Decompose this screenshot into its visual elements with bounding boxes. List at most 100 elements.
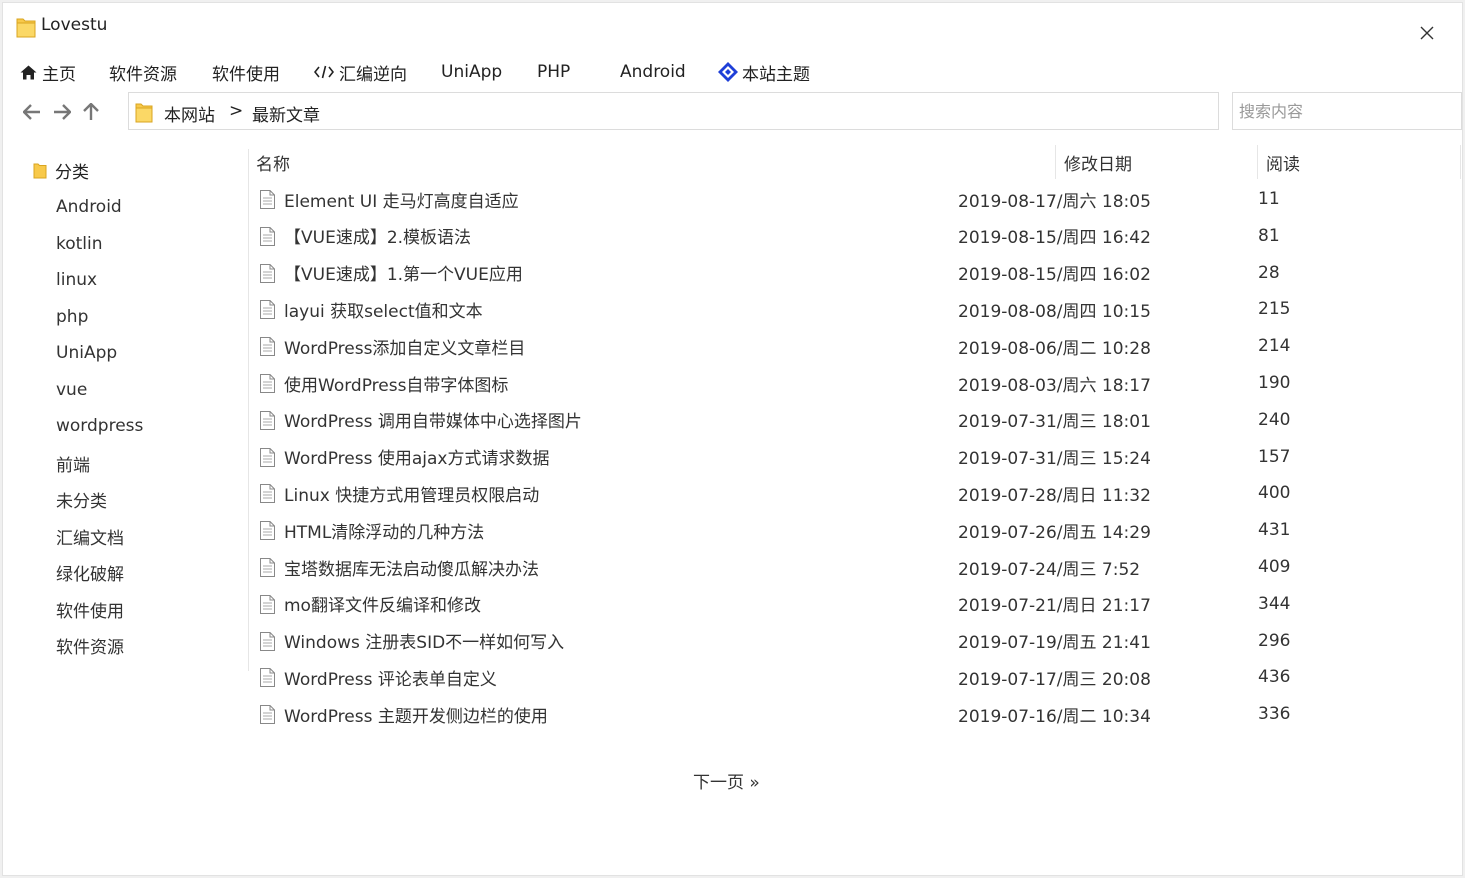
article-title[interactable]: 使用WordPress自带字体图标 xyxy=(284,365,508,401)
menu-item-android[interactable]: Android xyxy=(620,55,686,89)
close-icon xyxy=(1420,26,1434,40)
window-title: Lovestu xyxy=(41,15,108,35)
table-row[interactable]: layui 获取select值和文本 2019-08-08/周四 10:15 215 xyxy=(251,291,1351,327)
modified-date: 2019-07-28/周日 11:32 xyxy=(958,485,1151,506)
explorer-window: Lovestu 主页 软件资源 软件使用 汇编逆向 UniApp PHP And… xyxy=(2,2,1463,876)
article-title[interactable]: HTML清除浮动的几种方法 xyxy=(284,512,484,548)
article-title[interactable]: WordPress 调用自带媒体中心选择图片 xyxy=(284,402,582,438)
table-row[interactable]: Windows 注册表SID不一样如何写入 2019-07-19/周五 21:41… xyxy=(251,623,1351,659)
read-count: 190 xyxy=(1258,373,1291,393)
table-row[interactable]: 【VUE速成】1.第一个VUE应用 2019-08-15/周四 16:02 28 xyxy=(251,255,1351,291)
column-divider[interactable] xyxy=(1257,145,1258,179)
sidebar-item-label: 未分类 xyxy=(56,491,107,512)
article-title[interactable]: 【VUE速成】2.模板语法 xyxy=(284,218,471,254)
document-icon xyxy=(260,447,275,467)
document-icon xyxy=(260,484,275,504)
sidebar-item-assembly-docs[interactable]: 汇编文档 xyxy=(56,521,124,551)
menu-label: UniApp xyxy=(441,62,503,82)
menu-item-assembly-reverse[interactable]: 汇编逆向 xyxy=(314,55,407,89)
table-row[interactable]: WordPress 主题开发侧边栏的使用 2019-07-16/周二 10:34 3… xyxy=(251,696,1351,732)
close-button[interactable] xyxy=(1411,17,1443,49)
menu-item-site-theme[interactable]: 本站主题 xyxy=(717,55,810,89)
sidebar-item-android[interactable]: Android xyxy=(56,192,122,222)
document-icon xyxy=(260,521,275,541)
table-row[interactable]: HTML清除浮动的几种方法 2019-07-26/周五 14:29 431 xyxy=(251,512,1351,548)
sidebar-item-label: 软件资源 xyxy=(56,637,124,658)
column-divider[interactable] xyxy=(1055,145,1056,179)
menu-label: 主页 xyxy=(42,64,76,85)
sidebar-item-label: 前端 xyxy=(56,455,90,476)
sidebar-item-crack[interactable]: 绿化破解 xyxy=(56,557,124,587)
sidebar-item-uncategorized[interactable]: 未分类 xyxy=(56,484,107,514)
document-icon xyxy=(260,337,275,357)
folder-icon xyxy=(33,163,47,179)
address-bar[interactable]: 本网站 > 最新文章 xyxy=(128,92,1219,130)
article-title[interactable]: WordPress 使用ajax方式请求数据 xyxy=(284,439,549,475)
menu-item-uniapp[interactable]: UniApp xyxy=(441,55,502,89)
sidebar-item-uniapp[interactable]: UniApp xyxy=(56,338,117,368)
sidebar-header[interactable]: 分类 xyxy=(33,157,89,183)
column-divider[interactable] xyxy=(1460,145,1461,179)
article-title[interactable]: WordPress添加自定义文章栏目 xyxy=(284,328,525,364)
table-row[interactable]: 使用WordPress自带字体图标 2019-08-03/周六 18:17 190 xyxy=(251,365,1351,401)
modified-date: 2019-07-19/周五 21:41 xyxy=(958,633,1151,654)
sidebar-item-label: 汇编文档 xyxy=(56,528,124,549)
sidebar-item-frontend[interactable]: 前端 xyxy=(56,448,90,478)
table-row[interactable]: mo翻译文件反编译和修改 2019-07-21/周日 21:17 344 xyxy=(251,586,1351,622)
column-header-date[interactable]: 修改日期 xyxy=(1059,145,1132,179)
menu-label: PHP xyxy=(537,62,571,82)
sidebar-item-software-usage[interactable]: 软件使用 xyxy=(56,594,124,624)
modified-date: 2019-07-21/周日 21:17 xyxy=(958,596,1151,617)
modified-date: 2019-08-03/周六 18:17 xyxy=(958,375,1151,396)
article-title[interactable]: WordPress 评论表单自定义 xyxy=(284,659,497,695)
sidebar-item-label: UniApp xyxy=(56,343,118,363)
breadcrumb-current[interactable]: 最新文章 xyxy=(252,101,320,126)
up-button[interactable] xyxy=(78,99,104,125)
table-row[interactable]: WordPress 调用自带媒体中心选择图片 2019-07-31/周三 18:0… xyxy=(251,402,1351,438)
sidebar-item-wordpress[interactable]: wordpress xyxy=(56,411,143,441)
menu-item-php[interactable]: PHP xyxy=(537,55,570,89)
forward-button[interactable] xyxy=(49,99,75,125)
menu-item-software-usage[interactable]: 软件使用 xyxy=(212,55,280,89)
read-count: 336 xyxy=(1258,704,1291,725)
read-count: 11 xyxy=(1258,189,1280,209)
article-title[interactable]: 宝塔数据库无法启动傻瓜解决办法 xyxy=(284,549,539,585)
table-row[interactable]: 【VUE速成】2.模板语法 2019-08-15/周四 16:42 81 xyxy=(251,218,1351,254)
article-title[interactable]: 【VUE速成】1.第一个VUE应用 xyxy=(284,255,523,291)
table-row[interactable]: 宝塔数据库无法启动傻瓜解决办法 2019-07-24/周三 7:52 409 xyxy=(251,549,1351,585)
article-title[interactable]: mo翻译文件反编译和修改 xyxy=(284,586,481,622)
sidebar-item-linux[interactable]: linux xyxy=(56,265,97,295)
sidebar-item-php[interactable]: php xyxy=(56,302,88,332)
table-row[interactable]: WordPress 评论表单自定义 2019-07-17/周三 20:08 436 xyxy=(251,659,1351,695)
table-row[interactable]: Linux 快捷方式用管理员权限启动 2019-07-28/周日 11:32 400 xyxy=(251,475,1351,511)
column-header-name[interactable]: 名称 xyxy=(251,145,290,179)
sidebar-item-software-resources[interactable]: 软件资源 xyxy=(56,630,124,660)
article-title[interactable]: Windows 注册表SID不一样如何写入 xyxy=(284,623,564,659)
sidebar-item-vue[interactable]: vue xyxy=(56,375,87,405)
article-title[interactable]: WordPress 主题开发侧边栏的使用 xyxy=(284,696,548,732)
menu-bar: 主页 软件资源 软件使用 汇编逆向 UniApp PHP Android 本站主… xyxy=(3,55,1462,89)
modified-date: 2019-08-06/周二 10:28 xyxy=(958,338,1151,359)
article-title[interactable]: Linux 快捷方式用管理员权限启动 xyxy=(284,475,539,511)
read-count: 431 xyxy=(1258,520,1291,541)
document-icon xyxy=(260,263,275,283)
search-input[interactable] xyxy=(1232,92,1462,130)
table-row[interactable]: WordPress 使用ajax方式请求数据 2019-07-31/周三 15:2… xyxy=(251,439,1351,475)
next-page-link[interactable]: 下一页 » xyxy=(693,765,760,795)
table-row[interactable]: Element UI 走马灯高度自适应 2019-08-17/周六 18:05 11 xyxy=(251,181,1351,217)
arrow-left-icon xyxy=(23,104,40,120)
sidebar-item-kotlin[interactable]: kotlin xyxy=(56,229,103,259)
navigation-row: 本网站 > 最新文章 xyxy=(3,91,1462,133)
modified-date: 2019-07-26/周五 14:29 xyxy=(958,522,1151,543)
menu-label: 本站主题 xyxy=(742,64,810,85)
read-count: 215 xyxy=(1258,299,1291,320)
modified-date: 2019-07-17/周三 20:08 xyxy=(958,669,1151,690)
table-row[interactable]: WordPress添加自定义文章栏目 2019-08-06/周二 10:28 214 xyxy=(251,328,1351,364)
breadcrumb-root[interactable]: 本网站 xyxy=(164,101,215,126)
article-title[interactable]: Element UI 走马灯高度自适应 xyxy=(284,181,519,217)
column-header-reads[interactable]: 阅读 xyxy=(1261,145,1300,179)
menu-item-software-resources[interactable]: 软件资源 xyxy=(109,55,177,89)
back-button[interactable] xyxy=(19,99,45,125)
article-title[interactable]: layui 获取select值和文本 xyxy=(284,291,483,327)
menu-item-home[interactable]: 主页 xyxy=(20,55,76,89)
